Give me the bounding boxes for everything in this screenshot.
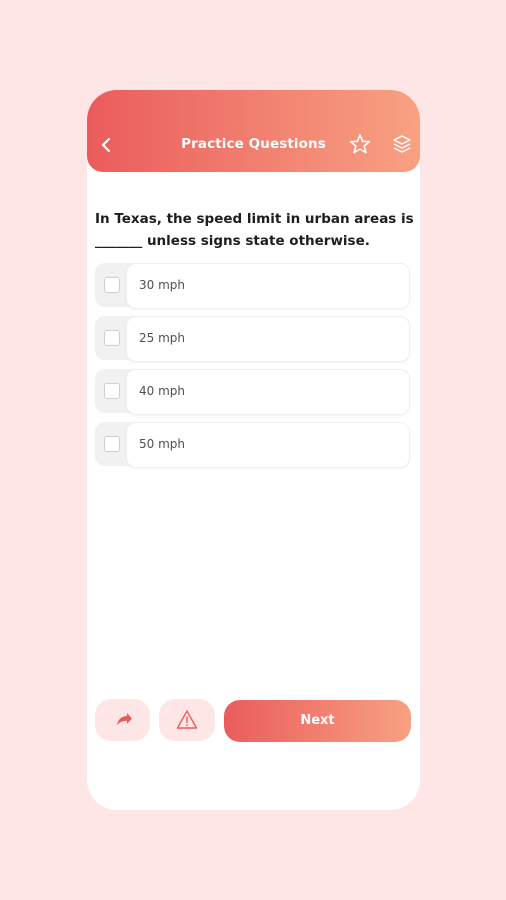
option-label: 25 mph [139,331,185,345]
option-label: 30 mph [139,278,185,292]
option-checkbox[interactable] [104,436,120,452]
option-checkbox[interactable] [104,330,120,346]
share-button[interactable] [95,699,150,741]
share-arrow-icon [117,713,132,725]
warning-triangle-icon [176,710,198,729]
option-label: 50 mph [139,437,185,451]
answer-option[interactable]: 25 mph [95,316,410,362]
question-text: In Texas, the speed limit in urban areas… [95,211,414,249]
next-button[interactable]: Next [224,700,411,742]
answer-option[interactable]: 30 mph [95,263,410,309]
phone-screen: Practice Questions In Texas, the speed l… [87,90,420,810]
bookmark-button[interactable] [349,133,371,155]
layers-icon [393,135,411,153]
option-label: 40 mph [139,384,185,398]
answer-option[interactable]: 50 mph [95,422,410,468]
option-card[interactable]: 40 mph [126,369,410,415]
option-checkbox[interactable] [104,277,120,293]
option-card[interactable]: 50 mph [126,422,410,468]
option-checkbox[interactable] [104,383,120,399]
option-card[interactable]: 30 mph [126,263,410,309]
report-button[interactable] [159,699,215,741]
answer-option[interactable]: 40 mph [95,369,410,415]
menu-button[interactable] [392,134,412,154]
app-header: Practice Questions [87,90,420,172]
option-card[interactable]: 25 mph [126,316,410,362]
star-icon [349,134,371,154]
